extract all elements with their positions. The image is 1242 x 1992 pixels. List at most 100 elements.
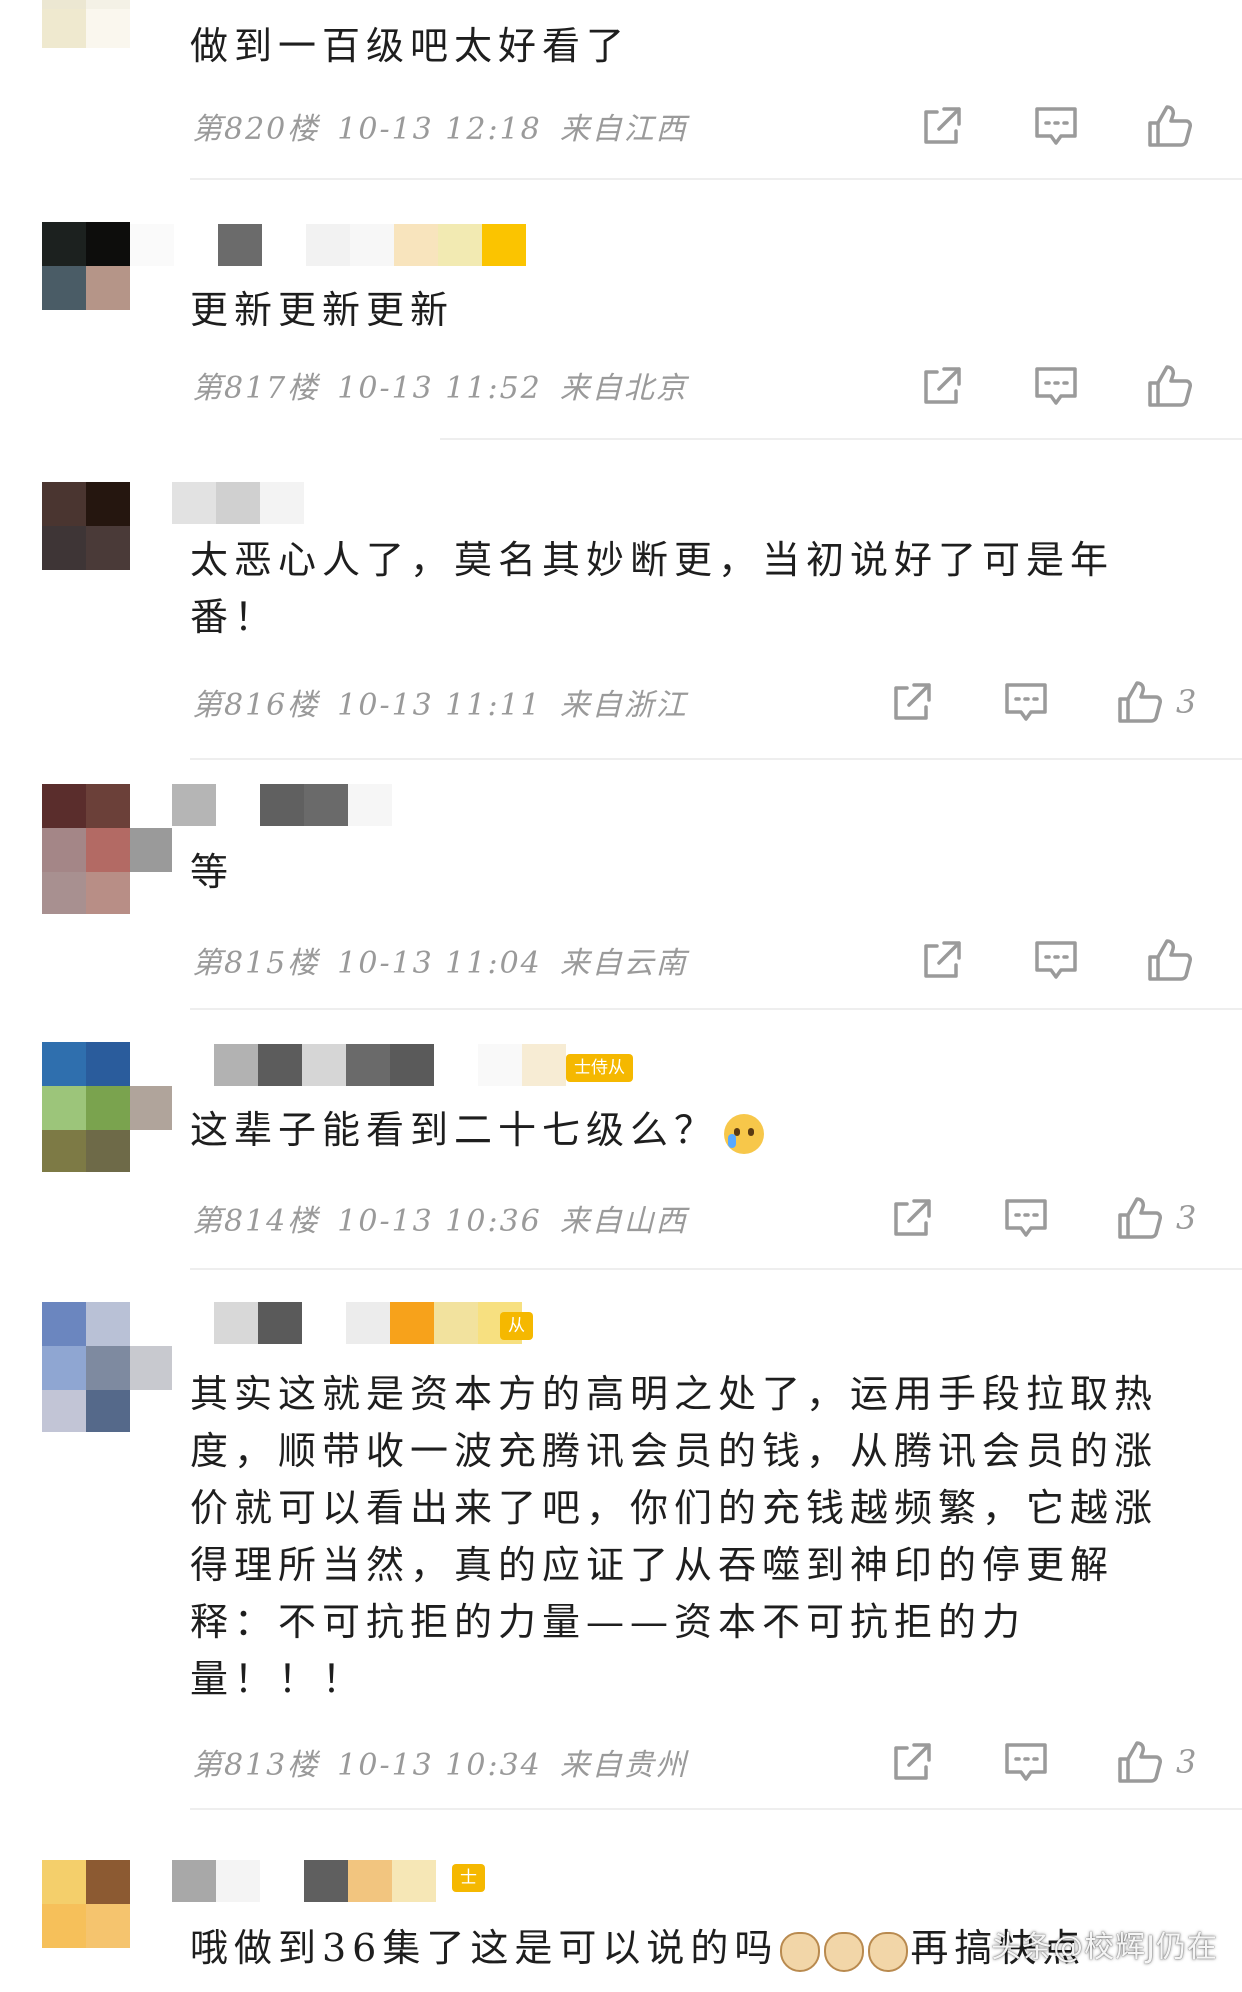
- thumbs-up-icon: [1148, 365, 1192, 407]
- share-icon: [924, 367, 961, 404]
- username-mosaic[interactable]: [214, 1044, 566, 1086]
- comment-item: 等 第815楼 10-13 11:04 来自云南: [0, 760, 1242, 1010]
- comment-meta: 第814楼 10-13 10:36 来自山西: [192, 1196, 706, 1240]
- comment-time: 10-13 10:36: [337, 1204, 542, 1239]
- avatar[interactable]: [42, 0, 130, 48]
- share-button[interactable]: [918, 362, 966, 410]
- like-button[interactable]: [1116, 678, 1164, 726]
- like-count: 3: [1176, 1199, 1197, 1237]
- avatar[interactable]: [42, 222, 130, 310]
- thumbs-up-icon: [1148, 105, 1192, 147]
- like-button[interactable]: [1146, 362, 1194, 410]
- comment-location: 来自山西: [559, 1204, 688, 1239]
- comment-actions: [918, 102, 1194, 150]
- reply-button[interactable]: [1032, 102, 1080, 150]
- username-mosaic[interactable]: [172, 1860, 436, 1902]
- avatar[interactable]: [42, 1860, 130, 1948]
- thumbs-up-icon: [1118, 1741, 1162, 1783]
- fan-badge: 从: [500, 1312, 533, 1340]
- reply-button[interactable]: [1032, 936, 1080, 984]
- comment-time: 10-13 11:52: [337, 371, 542, 406]
- comment-actions: 3: [888, 678, 1196, 726]
- comment-item: 从 其实这就是资本方的高明之处了，运用手段拉取热度，顺带收一波充腾讯会员的钱，从…: [0, 1270, 1242, 1810]
- share-icon: [894, 1199, 931, 1236]
- floor-number: 第813楼: [192, 1748, 320, 1783]
- comment-time: 10-13 12:18: [337, 112, 542, 147]
- fan-badge: 士: [452, 1864, 485, 1892]
- comment-text: 等: [190, 850, 235, 894]
- avatar[interactable]: [42, 784, 172, 914]
- comment-text: 其实这就是资本方的高明之处了，运用手段拉取热度，顺带收一波充腾讯会员的钱，从腾讯…: [190, 1372, 1159, 1701]
- crying-emoji-icon: [724, 1113, 765, 1154]
- share-icon: [894, 1743, 931, 1780]
- comment-actions: [918, 362, 1194, 410]
- avatar[interactable]: [42, 482, 130, 570]
- comment-text: 做到一百级吧太好看了: [190, 24, 631, 68]
- comment-actions: 3: [888, 1194, 1196, 1242]
- share-button[interactable]: [888, 1738, 936, 1786]
- comment-feed: 做到一百级吧太好看了 第820楼 10-13 12:18 来自江西 更新更新更新: [0, 0, 1242, 1992]
- thumbs-up-icon: [1148, 939, 1192, 981]
- reply-button[interactable]: [1002, 1738, 1050, 1786]
- share-button[interactable]: [888, 1194, 936, 1242]
- comment-location: 来自江西: [559, 112, 688, 147]
- reply-icon: [1005, 1743, 1047, 1781]
- avatar[interactable]: [42, 1302, 172, 1432]
- cat-face-emoji-icon: [824, 1931, 865, 1972]
- comment-meta: 第816楼 10-13 11:11 来自浙江: [192, 680, 706, 724]
- comment-location: 来自云南: [559, 946, 688, 981]
- comment-time: 10-13 11:04: [337, 946, 542, 981]
- floor-number: 第817楼: [192, 371, 320, 406]
- like-count: 3: [1176, 1743, 1197, 1781]
- comment-meta: 第813楼 10-13 10:34 来自贵州: [192, 1740, 706, 1784]
- comment-item: 更新更新更新 第817楼 10-13 11:52 来自北京: [0, 180, 1242, 440]
- comment-actions: [918, 936, 1194, 984]
- reply-icon: [1005, 1199, 1047, 1237]
- floor-number: 第815楼: [192, 946, 320, 981]
- comment-text: 这辈子能看到二十七级么？: [190, 1102, 1200, 1159]
- like-button[interactable]: [1146, 102, 1194, 150]
- share-icon: [924, 941, 961, 978]
- reply-button[interactable]: [1032, 362, 1080, 410]
- comment-actions: 3: [888, 1738, 1196, 1786]
- watermark: 头条@校辉J仍在: [991, 1930, 1218, 1965]
- comment-meta: 第820楼 10-13 12:18 来自江西: [192, 104, 706, 148]
- comment-meta: 第815楼 10-13 11:04 来自云南: [192, 938, 706, 982]
- share-icon: [894, 683, 931, 720]
- floor-number: 第820楼: [192, 112, 320, 147]
- cat-face-emoji-icon: [780, 1931, 821, 1972]
- comment-text: 更新更新更新: [190, 288, 455, 332]
- comment-location: 来自浙江: [559, 688, 688, 723]
- comment-time: 10-13 11:11: [337, 688, 542, 723]
- reply-button[interactable]: [1002, 1194, 1050, 1242]
- username-mosaic[interactable]: [214, 1302, 522, 1344]
- comment-location: 来自北京: [559, 371, 688, 406]
- comment-location: 来自贵州: [559, 1748, 688, 1783]
- share-icon: [924, 107, 961, 144]
- like-button[interactable]: [1116, 1738, 1164, 1786]
- comment-text-content: 这辈子能看到二十七级么？: [190, 1108, 719, 1152]
- cat-face-emoji-icon: [868, 1931, 909, 1972]
- like-button[interactable]: [1116, 1194, 1164, 1242]
- thumbs-up-icon: [1118, 681, 1162, 723]
- username-mosaic[interactable]: [172, 784, 392, 826]
- like-count: 3: [1176, 683, 1197, 721]
- fan-badge: 士侍从: [566, 1054, 633, 1082]
- username-mosaic[interactable]: [130, 224, 526, 266]
- comment-item: 士侍从 这辈子能看到二十七级么？ 第814楼 10-13 10:36 来自山西 3: [0, 1010, 1242, 1270]
- floor-number: 第814楼: [192, 1204, 320, 1239]
- avatar[interactable]: [42, 1042, 172, 1172]
- reply-icon: [1005, 683, 1047, 721]
- share-button[interactable]: [918, 936, 966, 984]
- thumbs-up-icon: [1118, 1197, 1162, 1239]
- comment-time: 10-13 10:34: [337, 1748, 542, 1783]
- share-button[interactable]: [888, 678, 936, 726]
- reply-icon: [1035, 941, 1077, 979]
- comment-text: 太恶心人了，莫名其妙断更，当初说好了可是年番！: [190, 538, 1115, 639]
- share-button[interactable]: [918, 102, 966, 150]
- comment-meta: 第817楼 10-13 11:52 来自北京: [192, 363, 706, 407]
- reply-icon: [1035, 107, 1077, 145]
- like-button[interactable]: [1146, 936, 1194, 984]
- username-mosaic[interactable]: [172, 482, 304, 524]
- reply-button[interactable]: [1002, 678, 1050, 726]
